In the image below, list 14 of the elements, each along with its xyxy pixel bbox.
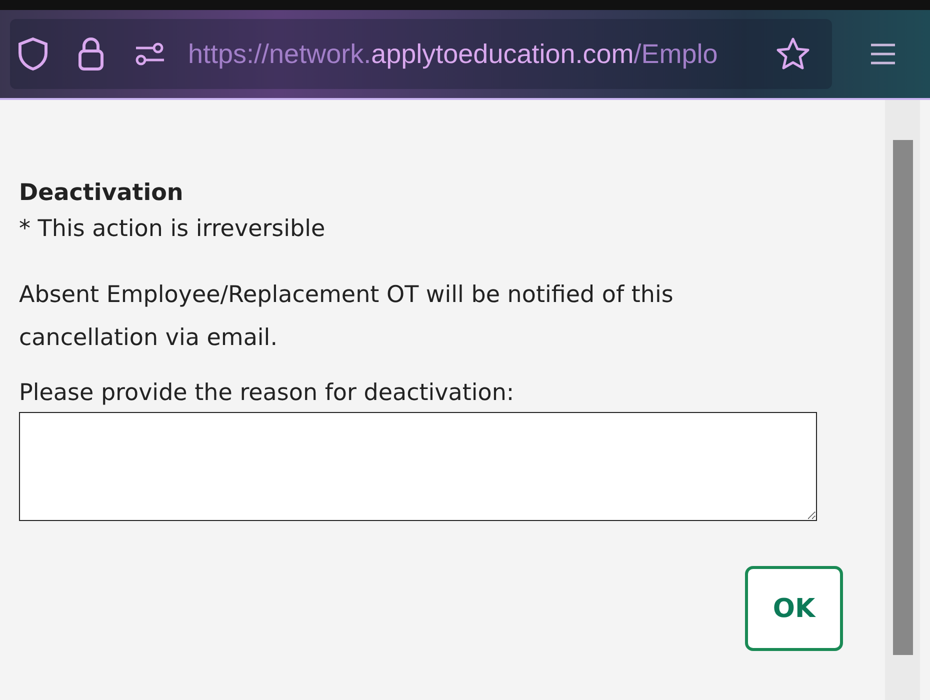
url-text[interactable]: https://network.applytoeducation.com/Emplo bbox=[188, 38, 776, 70]
sliders-icon[interactable] bbox=[134, 42, 166, 66]
menu-icon[interactable] bbox=[870, 43, 896, 65]
warning-text: * This action is irreversible bbox=[19, 215, 326, 244]
reason-field[interactable] bbox=[19, 412, 817, 521]
scrollbar[interactable] bbox=[885, 100, 920, 700]
reason-label: Please provide the reason for deactivation: bbox=[19, 379, 516, 408]
shield-icon[interactable] bbox=[18, 37, 48, 71]
notice-text: Absent Employee/Replacement OT will be notified of this cancellation via email. bbox=[19, 281, 674, 353]
address-bar[interactable]: https://network.applytoeducation.com/Emplo bbox=[10, 19, 832, 89]
dialog-title: Deactivation bbox=[19, 180, 184, 206]
star-icon[interactable] bbox=[776, 37, 810, 71]
ok-button[interactable]: OK bbox=[745, 566, 843, 651]
lock-icon[interactable] bbox=[78, 37, 104, 71]
